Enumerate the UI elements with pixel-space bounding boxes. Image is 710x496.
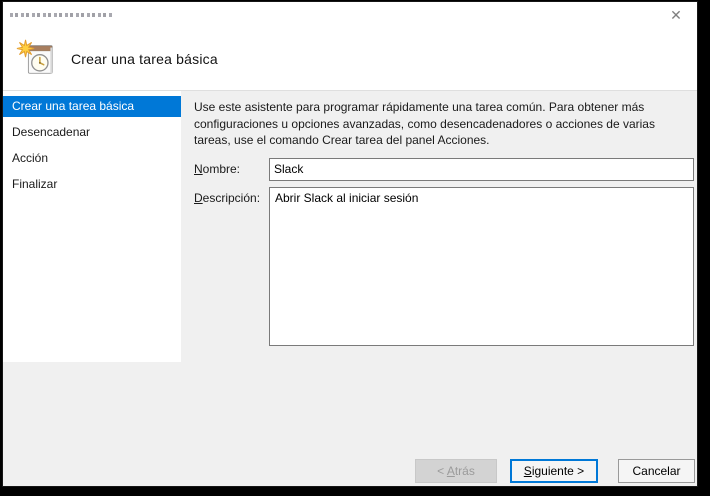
cancel-button[interactable]: Cancelar <box>618 459 695 483</box>
next-button[interactable]: Siguiente > <box>510 459 598 483</box>
wizard-button-row: < Atrás Siguiente > Cancelar <box>415 459 695 483</box>
wizard-intro-text: Use este asistente para programar rápida… <box>194 100 655 147</box>
description-textarea[interactable]: Abrir Slack al iniciar sesión <box>269 186 694 346</box>
close-icon: ✕ <box>670 6 682 23</box>
close-button[interactable]: ✕ <box>665 5 687 25</box>
page-title: Crear una tarea básica <box>71 51 218 67</box>
new-sunburst-icon <box>16 39 35 58</box>
wizard-content-pane: Use este asistente para programar rápida… <box>181 91 698 486</box>
sidebar-item-finalizar[interactable]: Finalizar <box>3 174 181 195</box>
create-basic-task-wizard-window: ✕ Crear una tarea básica Crear una tarea… <box>2 1 698 487</box>
sidebar-item-crear-tarea-basica[interactable]: Crear una tarea básica <box>3 96 181 117</box>
wizard-steps-list: Crear una tarea básica Desencadenar Acci… <box>3 91 181 362</box>
wizard-steps-sidebar: Crear una tarea básica Desencadenar Acci… <box>3 91 181 486</box>
scheduled-task-icon <box>16 39 53 74</box>
sidebar-item-accion[interactable]: Acción <box>3 148 181 169</box>
sidebar-item-desencadenar[interactable]: Desencadenar <box>3 122 181 143</box>
description-label: Descripción: <box>194 190 261 205</box>
wizard-header: Crear una tarea básica <box>3 28 697 90</box>
name-label: Nombre: <box>194 161 241 176</box>
titlebar: ✕ <box>3 2 697 28</box>
name-input[interactable] <box>269 157 694 181</box>
back-button[interactable]: < Atrás <box>415 459 497 483</box>
window-title-text <box>10 13 112 17</box>
